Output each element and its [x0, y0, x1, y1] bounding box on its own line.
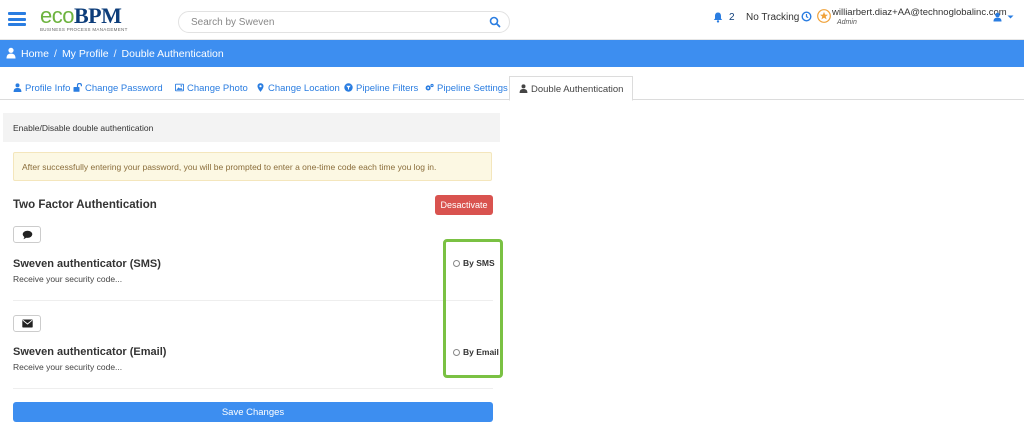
radio-options-highlight — [443, 239, 503, 378]
breadcrumb-home[interactable]: Home — [21, 48, 49, 60]
tab-change-password[interactable]: Change Password — [73, 76, 163, 100]
user-role: Admin — [837, 19, 857, 26]
tab-profile-info[interactable]: Profile Info — [13, 76, 70, 100]
email-method-title: Sweven authenticator (Email) — [13, 346, 167, 358]
user-email[interactable]: williarbert.diaz+AA@technoglobalinc.com — [832, 7, 1007, 18]
logo[interactable]: ecoBPM BUSINESS PROCESS MANAGEMENT — [40, 3, 150, 34]
user-icon — [13, 83, 22, 92]
tab-double-authentication[interactable]: Double Authentication — [509, 76, 634, 101]
star-badge-icon — [817, 9, 831, 23]
breadcrumb-my-profile[interactable]: My Profile — [62, 48, 109, 60]
image-icon — [175, 83, 184, 92]
sms-method-icon-box — [13, 226, 41, 243]
breadcrumb-separator: / — [54, 48, 57, 60]
save-changes-button[interactable]: Save Changes — [13, 402, 493, 422]
user-icon — [6, 47, 16, 59]
breadcrumb-separator: / — [113, 48, 117, 60]
comment-icon — [22, 230, 33, 240]
divider — [13, 388, 493, 389]
search-box — [178, 11, 510, 33]
search-icon[interactable] — [489, 16, 501, 28]
email-method-icon-box — [13, 315, 41, 332]
info-alert: After successfully entering your passwor… — [13, 152, 492, 181]
tab-label: Change Location — [268, 83, 340, 94]
breadcrumb: Home / My Profile / Double Authentication — [0, 40, 1024, 67]
user-icon[interactable] — [993, 12, 1002, 22]
deactivate-button[interactable]: Desactivate — [435, 195, 493, 215]
clock-icon[interactable] — [801, 11, 812, 22]
logo-tagline: BUSINESS PROCESS MANAGEMENT — [40, 27, 128, 32]
tab-label: Double Authentication — [531, 84, 624, 95]
tab-label: Profile Info — [25, 83, 71, 94]
bell-icon[interactable] — [713, 12, 723, 23]
tab-change-photo[interactable]: Change Photo — [175, 76, 248, 100]
tracking-status[interactable]: No Tracking — [746, 12, 799, 23]
gears-icon — [425, 83, 434, 91]
sms-method-title: Sweven authenticator (SMS) — [13, 258, 161, 270]
email-method-subtitle: Receive your security code... — [13, 362, 123, 372]
sms-method-subtitle: Receive your security code... — [13, 274, 123, 284]
envelope-icon — [22, 319, 33, 328]
user-icon — [519, 84, 528, 93]
breadcrumb-current: Double Authentication — [121, 48, 224, 60]
divider — [13, 300, 493, 301]
top-navbar: ecoBPM BUSINESS PROCESS MANAGEMENT 2 No … — [0, 0, 1024, 40]
search-input[interactable] — [179, 12, 469, 33]
tab-label: Pipeline Settings — [437, 83, 508, 94]
menu-toggle-icon[interactable] — [8, 12, 26, 26]
logo-bpm-text: BPM — [73, 3, 122, 28]
tab-pipeline-settings[interactable]: Pipeline Settings — [425, 76, 508, 100]
panel-title: Enable/Disable double authentication — [3, 113, 500, 142]
notification-count[interactable]: 2 — [729, 12, 735, 23]
map-marker-icon — [257, 83, 264, 92]
tab-label: Change Photo — [187, 83, 248, 94]
filter-icon — [344, 83, 353, 92]
profile-tabs: Profile Info Change Password Change Phot… — [0, 76, 1024, 101]
tab-label: Pipeline Filters — [356, 83, 419, 94]
unlock-icon — [73, 83, 82, 92]
two-factor-title: Two Factor Authentication — [13, 199, 157, 211]
chevron-down-icon[interactable] — [1007, 12, 1014, 22]
tab-pipeline-filters[interactable]: Pipeline Filters — [344, 76, 418, 100]
tab-label: Change Password — [85, 83, 163, 94]
logo-eco-text: eco — [40, 3, 74, 28]
tab-change-location[interactable]: Change Location — [256, 76, 340, 100]
